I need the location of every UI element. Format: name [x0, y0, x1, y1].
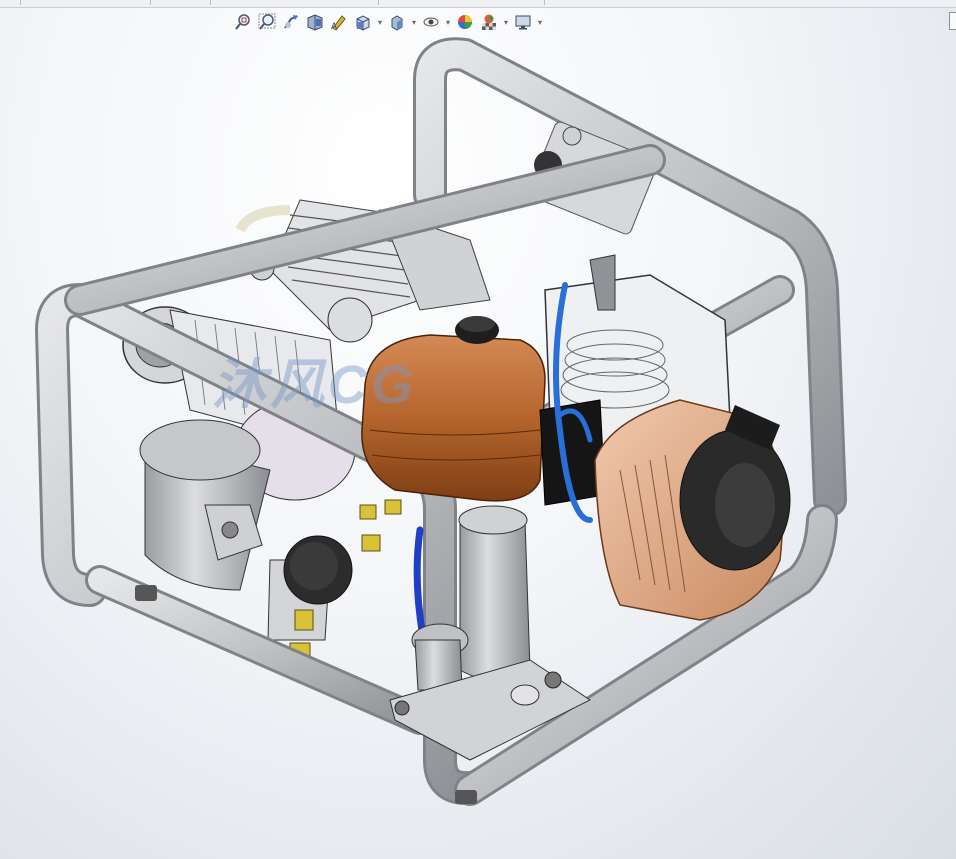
strip-divider — [210, 0, 211, 5]
hide-show-items-button[interactable] — [420, 11, 442, 33]
previous-view-icon — [284, 15, 298, 29]
view-orientation-dropdown-icon[interactable]: ▾ — [376, 11, 384, 33]
heads-up-view-toolbar: A ▾ ▾ ▾ ▾ ▾ — [232, 10, 544, 34]
hide-show-items-icon — [423, 17, 439, 27]
top-window-strip — [0, 0, 956, 8]
section-view-icon — [307, 14, 323, 31]
view-orientation-icon — [356, 15, 370, 31]
zoom-to-area-button[interactable] — [256, 11, 278, 33]
strip-divider — [150, 0, 151, 5]
apply-scene-icon — [482, 14, 496, 30]
zoom-to-fit-button[interactable] — [232, 11, 254, 33]
view-settings-icon — [515, 15, 531, 30]
display-style-dropdown-icon[interactable]: ▾ — [410, 11, 418, 33]
view-orientation-button[interactable] — [352, 11, 374, 33]
watermark-text: 沐风CG — [212, 355, 417, 415]
zoom-to-area-icon — [258, 13, 276, 30]
display-style-button[interactable] — [386, 11, 408, 33]
edit-appearance-button[interactable] — [454, 11, 476, 33]
svg-text:A: A — [331, 21, 337, 31]
strip-divider — [544, 0, 545, 5]
filter-housing-left[interactable] — [139, 419, 271, 591]
view-settings-button[interactable] — [512, 11, 534, 33]
view-settings-dropdown-icon[interactable]: ▾ — [536, 11, 544, 33]
strip-divider — [20, 0, 21, 5]
previous-view-button[interactable] — [280, 11, 302, 33]
hide-show-dropdown-icon[interactable]: ▾ — [444, 11, 452, 33]
pressure-gauge[interactable] — [267, 535, 353, 660]
graphics-viewport[interactable] — [0, 36, 956, 859]
dynamic-annotation-button[interactable]: A — [328, 11, 350, 33]
section-view-button[interactable] — [304, 11, 326, 33]
task-pane-toggle-button[interactable] — [949, 12, 956, 30]
strip-divider — [378, 0, 379, 5]
apply-scene-button[interactable] — [478, 11, 500, 33]
edit-appearance-icon — [458, 15, 472, 29]
dynamic-annotation-icon: A — [331, 15, 346, 31]
apply-scene-dropdown-icon[interactable]: ▾ — [502, 11, 510, 33]
zoom-to-fit-icon — [235, 14, 250, 30]
brass-fitting[interactable] — [359, 499, 402, 552]
display-style-icon — [391, 15, 403, 31]
